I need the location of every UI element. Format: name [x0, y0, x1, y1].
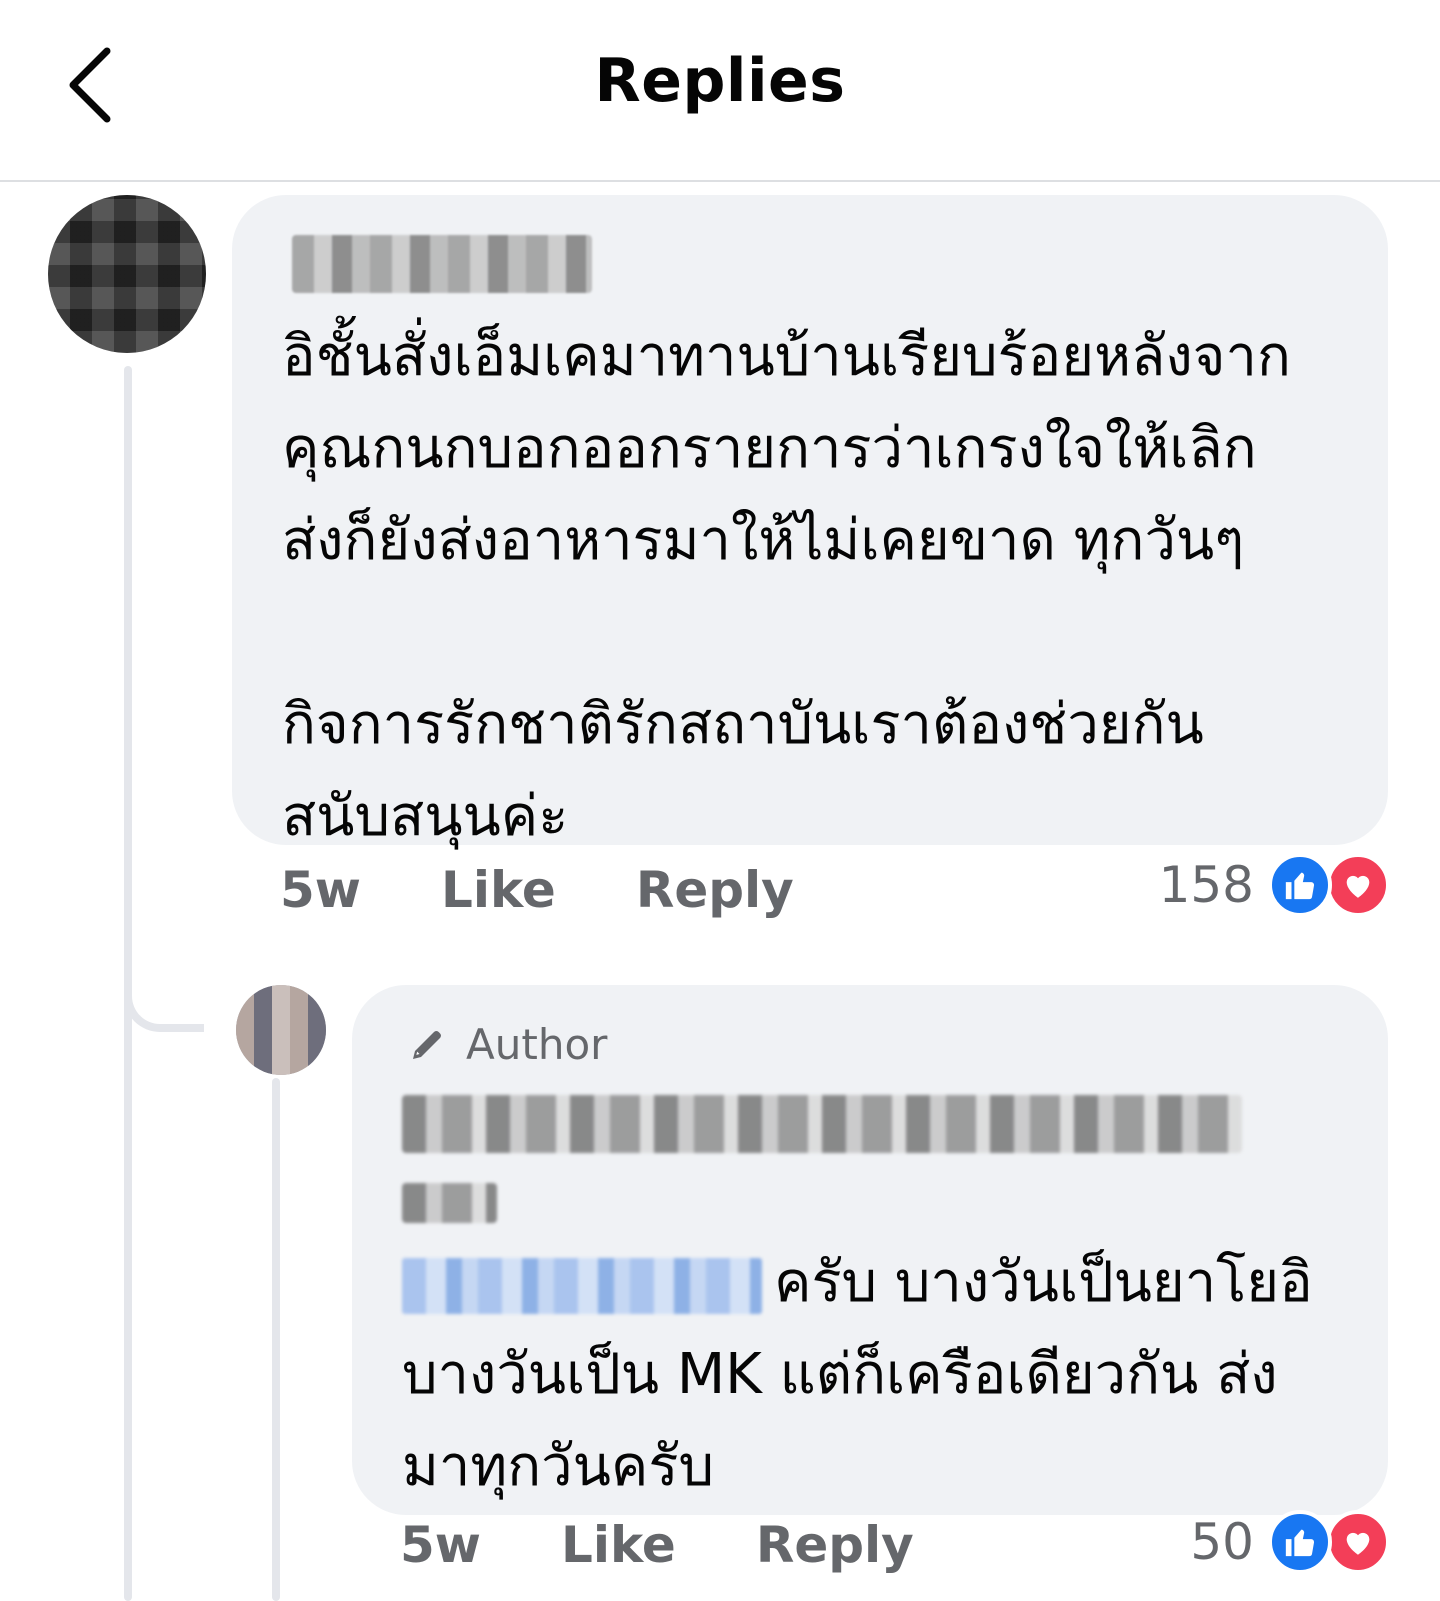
thread-connector	[124, 960, 204, 1032]
reply-actions: 5w Like Reply	[400, 1510, 994, 1580]
comment-time[interactable]: 5w	[280, 861, 361, 919]
like-button[interactable]: Like	[441, 861, 556, 919]
thread-line-reply	[272, 1078, 280, 1601]
heart-icon	[1326, 1510, 1390, 1574]
reply-button[interactable]: Reply	[636, 861, 794, 919]
reply-bubble: Author ครับ บางวันเป็นยาโยอิ บางวันเป็น …	[352, 985, 1388, 1515]
reaction-summary[interactable]: 50	[1190, 1510, 1390, 1574]
redacted-author-name-cont	[402, 1183, 497, 1223]
comment-text: อิชั้นสั่งเอ็มเคมาทานบ้านเรียบร้อยหลังจา…	[282, 324, 1291, 849]
reaction-count: 158	[1158, 856, 1254, 914]
header-bar: Replies	[0, 0, 1440, 182]
avatar-image	[236, 985, 326, 1075]
avatar[interactable]	[48, 195, 206, 353]
thumbs-up-icon	[1268, 1510, 1332, 1574]
comment-bubble: อิชั้นสั่งเอ็มเคมาทานบ้านเรียบร้อยหลังจา…	[232, 195, 1388, 849]
avatar[interactable]	[236, 985, 326, 1075]
heart-icon	[1326, 853, 1390, 917]
reaction-summary[interactable]: 158	[1159, 853, 1390, 917]
redacted-mention-link[interactable]	[402, 1257, 762, 1314]
redacted-commenter-name[interactable]	[292, 235, 592, 293]
reply-button[interactable]: Reply	[756, 1516, 914, 1574]
like-button[interactable]: Like	[561, 1516, 676, 1574]
reaction-count: 50	[1190, 1513, 1254, 1571]
author-label: Author	[466, 1019, 608, 1069]
reply-text-block: ครับ บางวันเป็นยาโยอิ บางวันเป็น MK แต่ก…	[402, 1237, 1338, 1513]
pen-icon	[413, 1031, 441, 1059]
avatar-image	[48, 195, 206, 353]
redacted-author-name[interactable]	[402, 1095, 1242, 1153]
author-badge: Author	[408, 1015, 1338, 1073]
reply-time[interactable]: 5w	[400, 1516, 481, 1574]
page-title: Replies	[594, 46, 846, 116]
thumbs-up-icon	[1268, 853, 1332, 917]
comment-actions: 5w Like Reply	[280, 855, 874, 925]
